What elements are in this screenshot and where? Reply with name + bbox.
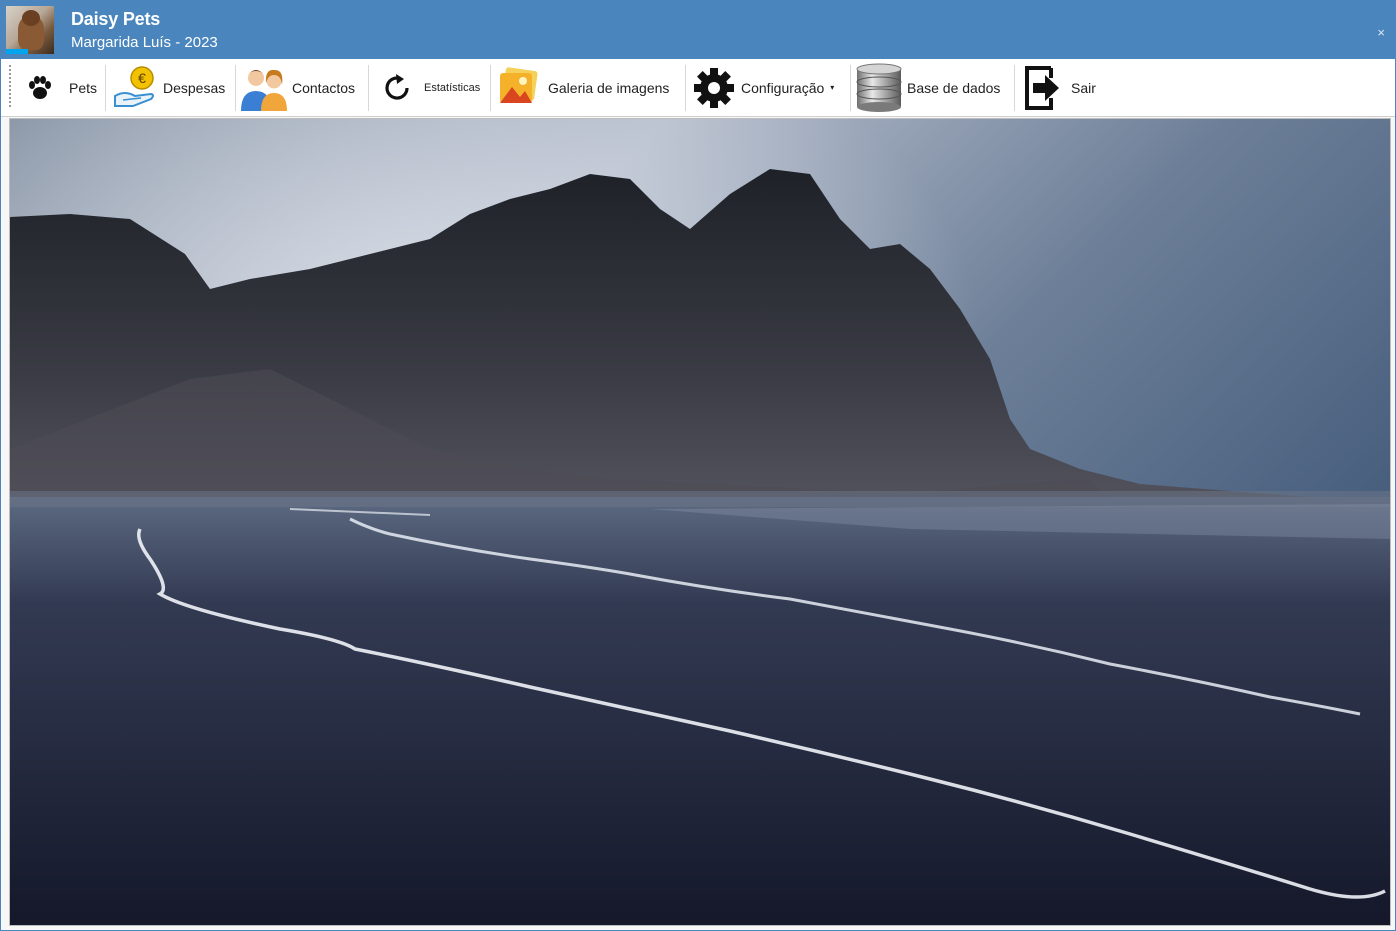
- galeria-button[interactable]: Galeria de imagens: [498, 59, 669, 116]
- contactos-label: Contactos: [292, 79, 356, 96]
- toolbar-separator: [235, 65, 236, 111]
- pets-button[interactable]: Pets: [25, 59, 97, 116]
- estatisticas-label: Estatísticas: [424, 81, 481, 94]
- app-window: Daisy Pets Margarida Luís - 2023 × Pets: [0, 0, 1396, 931]
- despesas-label: Despesas: [163, 79, 226, 96]
- euro-hand-icon: €: [111, 64, 159, 112]
- base-de-dados-button[interactable]: Base de dados: [855, 59, 1000, 116]
- people-icon: [239, 65, 289, 111]
- paw-icon: [25, 73, 55, 103]
- pets-label: Pets: [69, 79, 98, 96]
- dog-icon: [18, 10, 44, 50]
- background-image: [9, 118, 1391, 926]
- toolbar-separator: [490, 65, 491, 111]
- toolbar-separator: [1014, 65, 1015, 111]
- svg-text:€: €: [138, 70, 146, 86]
- base-de-dados-label: Base de dados: [907, 79, 1001, 96]
- galeria-label: Galeria de imagens: [548, 79, 670, 96]
- toolbar-separator: [105, 65, 106, 111]
- configuracao-button[interactable]: Configuração ▾: [693, 59, 834, 116]
- landscape-image: [10, 119, 1390, 925]
- refresh-icon: [381, 72, 413, 104]
- toolbar-separator: [368, 65, 369, 111]
- exit-icon: [1023, 64, 1063, 112]
- configuracao-label: Configuração: [741, 79, 825, 96]
- app-subtitle: Margarida Luís - 2023: [71, 34, 218, 51]
- chevron-down-icon[interactable]: ▾: [830, 83, 834, 92]
- toolbar-separator: [850, 65, 851, 111]
- database-icon: [855, 63, 903, 113]
- title-bar: Daisy Pets Margarida Luís - 2023 ×: [1, 1, 1395, 59]
- estatisticas-button[interactable]: Estatísticas: [381, 59, 480, 116]
- main-toolbar: Pets € Despesas Contactos Estatísticas G…: [1, 59, 1395, 117]
- despesas-button[interactable]: € Despesas: [111, 59, 225, 116]
- app-title: Daisy Pets: [71, 9, 161, 29]
- sair-label: Sair: [1071, 79, 1096, 96]
- toolbar-grip[interactable]: [9, 65, 11, 109]
- avatar-accent: [6, 49, 28, 54]
- gallery-icon: [498, 66, 540, 109]
- sair-button[interactable]: Sair: [1023, 59, 1096, 116]
- contactos-button[interactable]: Contactos: [239, 59, 355, 116]
- toolbar-separator: [685, 65, 686, 111]
- gear-icon: [693, 67, 735, 109]
- close-button[interactable]: ×: [1377, 25, 1385, 40]
- app-avatar: [6, 6, 54, 54]
